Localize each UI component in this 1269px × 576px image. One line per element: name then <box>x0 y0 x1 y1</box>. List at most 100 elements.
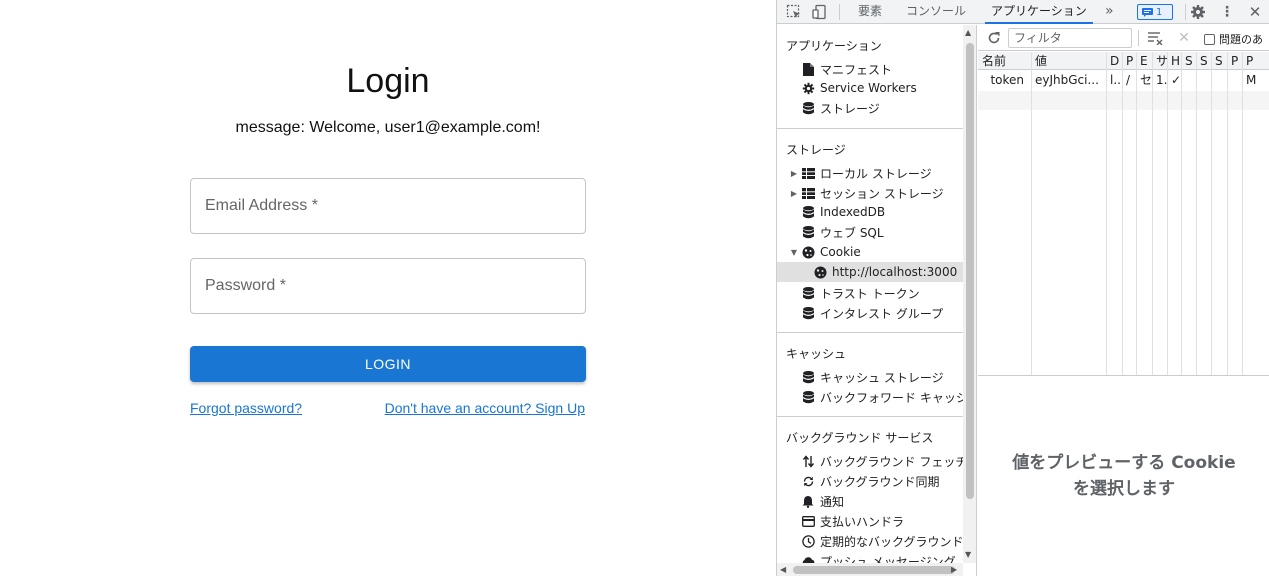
column-header[interactable]: S <box>1211 52 1227 70</box>
sidebar-item-trust-tokens[interactable]: トラスト トークン <box>777 283 963 303</box>
settings-gear-icon[interactable] <box>1189 3 1207 21</box>
column-header[interactable]: 名前 <box>978 52 1031 70</box>
column-header[interactable]: H <box>1167 52 1181 70</box>
sidebar-item-session-storage[interactable]: ▶ セッション ストレージ <box>777 183 963 203</box>
sidebar-item-background-fetch[interactable]: バックグラウンド フェッチ <box>777 451 967 471</box>
password-input[interactable] <box>191 259 585 313</box>
table-row-empty <box>978 91 1269 110</box>
checkbox-box[interactable] <box>1204 33 1215 45</box>
column-header[interactable]: P <box>1122 52 1136 70</box>
column-header[interactable]: S <box>1196 52 1211 70</box>
column-divider[interactable] <box>1136 52 1137 375</box>
sidebar-item-manifest[interactable]: マニフェスト <box>777 59 963 79</box>
column-header[interactable]: P <box>1227 52 1242 70</box>
expand-triangle-icon[interactable]: ▶ <box>789 189 799 198</box>
column-divider[interactable] <box>1031 52 1032 375</box>
issues-badge[interactable]: 1 <box>1137 4 1173 20</box>
table-cell[interactable]: / <box>1122 71 1136 89</box>
sidebar-item-label: 定期的なバックグラウンド <box>820 534 964 549</box>
email-input[interactable] <box>191 179 585 233</box>
forgot-password-link[interactable]: Forgot password? <box>190 400 302 416</box>
expand-triangle-icon[interactable]: ▶ <box>789 169 799 178</box>
scroll-up-arrow-icon[interactable]: ▲ <box>965 28 971 37</box>
table-cell[interactable]: ✓ <box>1167 71 1181 89</box>
column-divider[interactable] <box>1181 52 1182 375</box>
table-cell[interactable]: M <box>1242 71 1269 89</box>
sidebar-vertical-scrollbar[interactable]: ▲ ▼ <box>963 25 976 563</box>
sidebar-header-storage: ストレージ <box>786 143 846 157</box>
sidebar-item-interest-groups[interactable]: インタレスト グループ <box>777 303 963 323</box>
clear-filtered-cookies-icon[interactable] <box>1146 29 1164 47</box>
column-divider[interactable] <box>1227 52 1228 375</box>
tab-elements[interactable]: 要素 <box>858 0 882 24</box>
table-cell[interactable]: token <box>978 71 1031 89</box>
password-field[interactable] <box>190 258 586 314</box>
column-header[interactable]: サ <box>1152 52 1167 70</box>
table-cell[interactable] <box>1196 71 1211 89</box>
sidebar-item-label: ウェブ SQL <box>820 225 884 240</box>
column-divider[interactable] <box>1106 52 1107 375</box>
column-divider[interactable] <box>1211 52 1212 375</box>
sidebar-item-payment-handler[interactable]: 支払いハンドラ <box>777 511 963 531</box>
column-divider[interactable] <box>1122 52 1123 375</box>
sidebar-item-web-sql[interactable]: ウェブ SQL <box>777 222 963 242</box>
column-divider[interactable] <box>1196 52 1197 375</box>
scroll-right-arrow-icon[interactable]: ▶ <box>951 565 957 574</box>
column-header[interactable]: P <box>1242 52 1269 70</box>
column-header[interactable]: D <box>1106 52 1122 70</box>
table-cell[interactable]: eyJhbGci... <box>1031 71 1106 89</box>
updown-arrows-icon <box>801 454 815 468</box>
column-divider[interactable] <box>1167 52 1168 375</box>
scroll-left-arrow-icon[interactable]: ◀ <box>780 565 786 574</box>
signup-link[interactable]: Don't have an account? Sign Up <box>385 400 585 416</box>
page-title: Login <box>346 62 430 100</box>
sidebar-item-back-forward-cache[interactable]: バックフォワード キャッシ <box>777 387 968 407</box>
table-cell[interactable] <box>1227 71 1242 89</box>
sidebar-item-cache-storage[interactable]: キャッシュ ストレージ <box>777 367 963 387</box>
filter-input[interactable]: フィルタ <box>1008 28 1132 48</box>
column-header[interactable]: S <box>1181 52 1196 70</box>
toolbar-divider <box>1185 4 1186 20</box>
column-divider[interactable] <box>1242 52 1243 375</box>
cookie-table: 名前値DPEサHSSSPPtokeneyJhbGci...l../セ1..✓M <box>978 52 1269 376</box>
column-header[interactable]: E <box>1136 52 1152 70</box>
sidebar-item-background-sync[interactable]: バックグラウンド同期 <box>777 471 963 491</box>
tab-console[interactable]: コンソール <box>906 0 966 24</box>
scrollbar-thumb[interactable] <box>966 43 974 499</box>
cookie-icon <box>813 265 827 279</box>
device-toolbar-icon[interactable] <box>811 3 829 21</box>
table-cell[interactable]: 1.. <box>1152 71 1167 89</box>
sidebar-item-indexeddb[interactable]: IndexedDB <box>777 202 963 222</box>
sidebar-item-service-workers[interactable]: Service Workers <box>777 78 963 98</box>
collapse-triangle-icon[interactable]: ▼ <box>789 248 799 257</box>
tab-application[interactable]: アプリケーション <box>985 0 1093 24</box>
inspect-element-icon[interactable] <box>785 3 803 21</box>
scroll-down-arrow-icon[interactable]: ▼ <box>965 550 971 559</box>
sidebar-item-periodic-background-sync[interactable]: 定期的なバックグラウンド <box>777 531 964 551</box>
clear-all-cookies-icon[interactable]: ✕ <box>1176 29 1192 47</box>
email-field[interactable] <box>190 178 586 234</box>
sidebar-item-cookie[interactable]: ▼ Cookie <box>777 242 963 262</box>
table-cell[interactable]: セ <box>1136 71 1152 89</box>
table-cell[interactable] <box>1211 71 1227 89</box>
more-tabs-button[interactable]: » <box>1105 0 1114 24</box>
devtools-toolbar: 要素 コンソール アプリケーション » 1 ⋮ ✕ <box>777 0 1269 24</box>
sidebar-item-label: インタレスト グループ <box>820 306 944 321</box>
refresh-icon[interactable] <box>985 29 1003 47</box>
sidebar-item-notifications[interactable]: 通知 <box>777 491 963 511</box>
column-header[interactable]: 値 <box>1031 52 1106 70</box>
table-cell[interactable]: l.. <box>1106 71 1122 89</box>
more-options-icon[interactable]: ⋮ <box>1218 3 1236 21</box>
toolbar-divider <box>1138 30 1139 46</box>
show-issues-checkbox[interactable]: 問題のあ <box>1204 31 1263 47</box>
column-divider[interactable] <box>1152 52 1153 375</box>
sidebar-item-storage[interactable]: ストレージ <box>777 98 963 118</box>
table-cell[interactable] <box>1181 71 1196 89</box>
scrollbar-thumb[interactable] <box>793 566 955 574</box>
login-button[interactable]: LOGIN <box>190 346 586 382</box>
close-icon[interactable]: ✕ <box>1246 3 1264 21</box>
sidebar-horizontal-scrollbar[interactable]: ◀ ▶ <box>777 563 963 576</box>
sidebar-item-cookie-localhost[interactable]: http://localhost:3000 <box>777 262 963 282</box>
sidebar-item-label: ローカル ストレージ <box>820 166 932 181</box>
sidebar-item-local-storage[interactable]: ▶ ローカル ストレージ <box>777 163 963 183</box>
